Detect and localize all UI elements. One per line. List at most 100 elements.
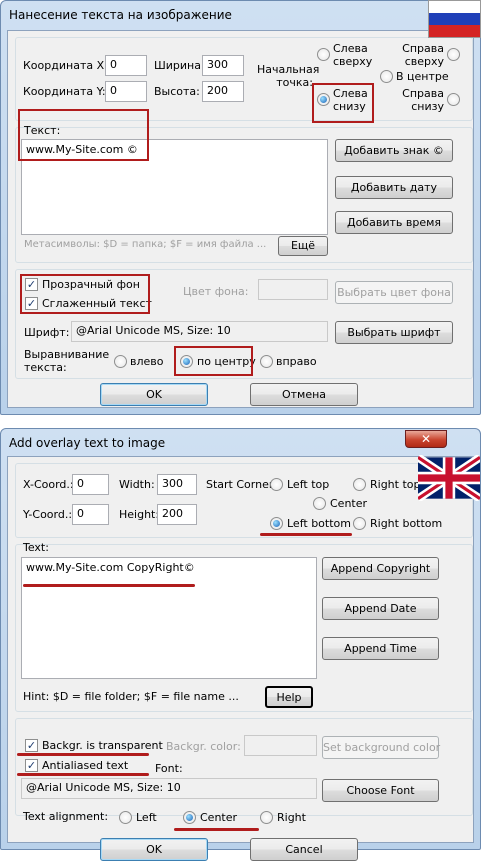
corner-center-label[interactable]: Center — [330, 497, 367, 510]
choose-font-button[interactable]: Choose Font — [322, 779, 439, 802]
more-button[interactable]: Ещё — [278, 236, 328, 256]
english-dialog: Add overlay text to image ✕ X-Coord.: 0 … — [0, 428, 481, 861]
coord-y-label: Координата Y: — [23, 85, 106, 98]
font-field: @Arial Unicode MS, Size: 10 — [21, 778, 317, 799]
add-sign-button[interactable]: Добавить знак © — [335, 139, 453, 162]
coord-y-field[interactable]: 0 — [72, 504, 109, 525]
font-field: @Arial Unicode MS, Size: 10 — [71, 321, 328, 342]
coord-x-label: Координата X: — [23, 59, 108, 72]
corner-center-radio[interactable] — [380, 70, 393, 83]
set-bg-color-button[interactable]: Set background color — [322, 736, 440, 759]
append-time-button[interactable]: Append Time — [322, 637, 439, 660]
russian-dialog: Нанесение текста на изображение Координа… — [0, 0, 481, 415]
window-title: Нанесение текста на изображение — [9, 8, 232, 22]
width-label: Ширина: — [154, 59, 205, 72]
dialog-client-area: Координата X: 0 Координата Y: 0 Ширина: … — [7, 30, 474, 408]
coord-x-field[interactable]: 0 — [105, 55, 147, 76]
uk-flag-icon — [418, 455, 480, 501]
width-field[interactable]: 300 — [202, 55, 244, 76]
underline-antialiased — [17, 773, 149, 776]
align-left-radio[interactable] — [114, 355, 127, 368]
transparent-bg-label[interactable]: Backgr. is transparent — [42, 739, 163, 752]
antialiased-checkbox[interactable]: ✓ — [25, 759, 38, 772]
close-button[interactable]: ✕ — [405, 430, 447, 448]
underline-text — [23, 584, 195, 587]
underline-left-bottom — [260, 533, 352, 536]
align-right-label[interactable]: вправо — [276, 355, 317, 368]
underline-align-center — [174, 828, 259, 831]
start-point-label: Начальная точка: — [257, 63, 320, 89]
align-label: Выравнивание текста: — [24, 348, 110, 374]
antialiased-label[interactable]: Antialiased text — [42, 759, 128, 772]
align-right-radio[interactable] — [260, 355, 273, 368]
height-label: Height: — [119, 508, 160, 521]
start-corner-label: Start Corner: — [206, 478, 277, 491]
hint-text: Hint: $D = file folder; $F = file name .… — [23, 690, 239, 703]
height-field[interactable]: 200 — [157, 504, 197, 525]
copyright-icon: © — [432, 144, 444, 157]
font-label: Шрифт: — [24, 326, 70, 339]
corner-right-top-label[interactable]: Right top — [370, 478, 421, 491]
align-center-label[interactable]: Center — [200, 811, 237, 824]
corner-right-top-radio[interactable] — [447, 48, 460, 61]
choose-font-button[interactable]: Выбрать шрифт — [335, 321, 453, 344]
corner-left-top-radio[interactable] — [317, 48, 330, 61]
corner-center-radio[interactable] — [313, 497, 326, 510]
corner-left-bottom-label[interactable]: Left bottom — [287, 517, 351, 530]
align-right-radio[interactable] — [260, 811, 273, 824]
width-label: Width: — [119, 478, 155, 491]
corner-right-top-radio[interactable] — [353, 478, 366, 491]
highlight-left-bottom — [312, 83, 374, 123]
help-button[interactable]: Help — [265, 686, 313, 708]
height-field[interactable]: 200 — [202, 81, 244, 102]
font-label: Font: — [155, 762, 183, 775]
window-title: Add overlay text to image — [9, 436, 166, 450]
title-bar[interactable]: Нанесение текста на изображение — [1, 1, 480, 29]
append-date-button[interactable]: Append Date — [322, 597, 439, 620]
coord-y-label: Y-Coord.: — [23, 508, 73, 521]
corner-left-top-radio[interactable] — [270, 478, 283, 491]
coord-x-label: X-Coord.: — [23, 478, 74, 491]
bg-color-label: Цвет фона: — [183, 285, 249, 298]
corner-right-bottom-radio[interactable] — [447, 93, 460, 106]
align-left-radio[interactable] — [119, 811, 132, 824]
corner-right-bottom-label[interactable]: Справа снизу — [400, 87, 444, 113]
choose-bg-color-button[interactable]: Выбрать цвет фона — [335, 281, 453, 304]
metasymbols-hint: Метасимволы: $D = папка; $F = имя файла … — [24, 239, 267, 250]
bg-color-field — [244, 735, 317, 756]
ok-button[interactable]: OK — [100, 383, 208, 406]
append-copyright-button[interactable]: Append Copyright — [322, 557, 439, 580]
bg-color-label: Backgr. color: — [166, 740, 241, 753]
highlight-text — [18, 109, 149, 161]
coord-y-field[interactable]: 0 — [105, 81, 147, 102]
close-icon: ✕ — [420, 432, 432, 446]
corner-right-bottom-label[interactable]: Right bottom — [370, 517, 442, 530]
align-left-label[interactable]: влево — [130, 355, 164, 368]
highlight-align-center — [174, 346, 253, 376]
underline-transparent — [17, 753, 149, 756]
add-date-button[interactable]: Добавить дату — [335, 176, 453, 199]
corner-right-top-label[interactable]: Справа сверху — [400, 42, 444, 68]
corner-left-bottom-radio[interactable] — [270, 517, 283, 530]
cancel-button[interactable]: Отмена — [250, 383, 358, 406]
align-left-label[interactable]: Left — [136, 811, 157, 824]
corner-center-label[interactable]: В центре — [396, 70, 449, 83]
highlight-checkboxes — [20, 274, 150, 314]
width-field[interactable]: 300 — [157, 474, 197, 495]
text-label: Text: — [23, 541, 49, 554]
corner-left-top-label[interactable]: Left top — [287, 478, 329, 491]
corner-left-top-label[interactable]: Слева сверху — [333, 42, 373, 68]
align-label: Text alignment: — [23, 810, 109, 823]
text-value: www.My-Site.com CopyRight© — [26, 561, 195, 574]
height-label: Высота: — [154, 85, 200, 98]
russia-flag-icon — [428, 0, 481, 38]
align-center-radio[interactable] — [183, 811, 196, 824]
text-input[interactable]: www.My-Site.com CopyRight© — [21, 557, 317, 679]
transparent-bg-checkbox[interactable]: ✓ — [25, 739, 38, 752]
dialog-client-area: X-Coord.: 0 Y-Coord.: 0 Width: 300 Heigh… — [7, 456, 474, 861]
align-right-label[interactable]: Right — [277, 811, 306, 824]
coord-x-field[interactable]: 0 — [72, 474, 109, 495]
bg-color-field — [258, 279, 328, 300]
add-time-button[interactable]: Добавить время — [335, 211, 453, 234]
corner-right-bottom-radio[interactable] — [353, 517, 366, 530]
